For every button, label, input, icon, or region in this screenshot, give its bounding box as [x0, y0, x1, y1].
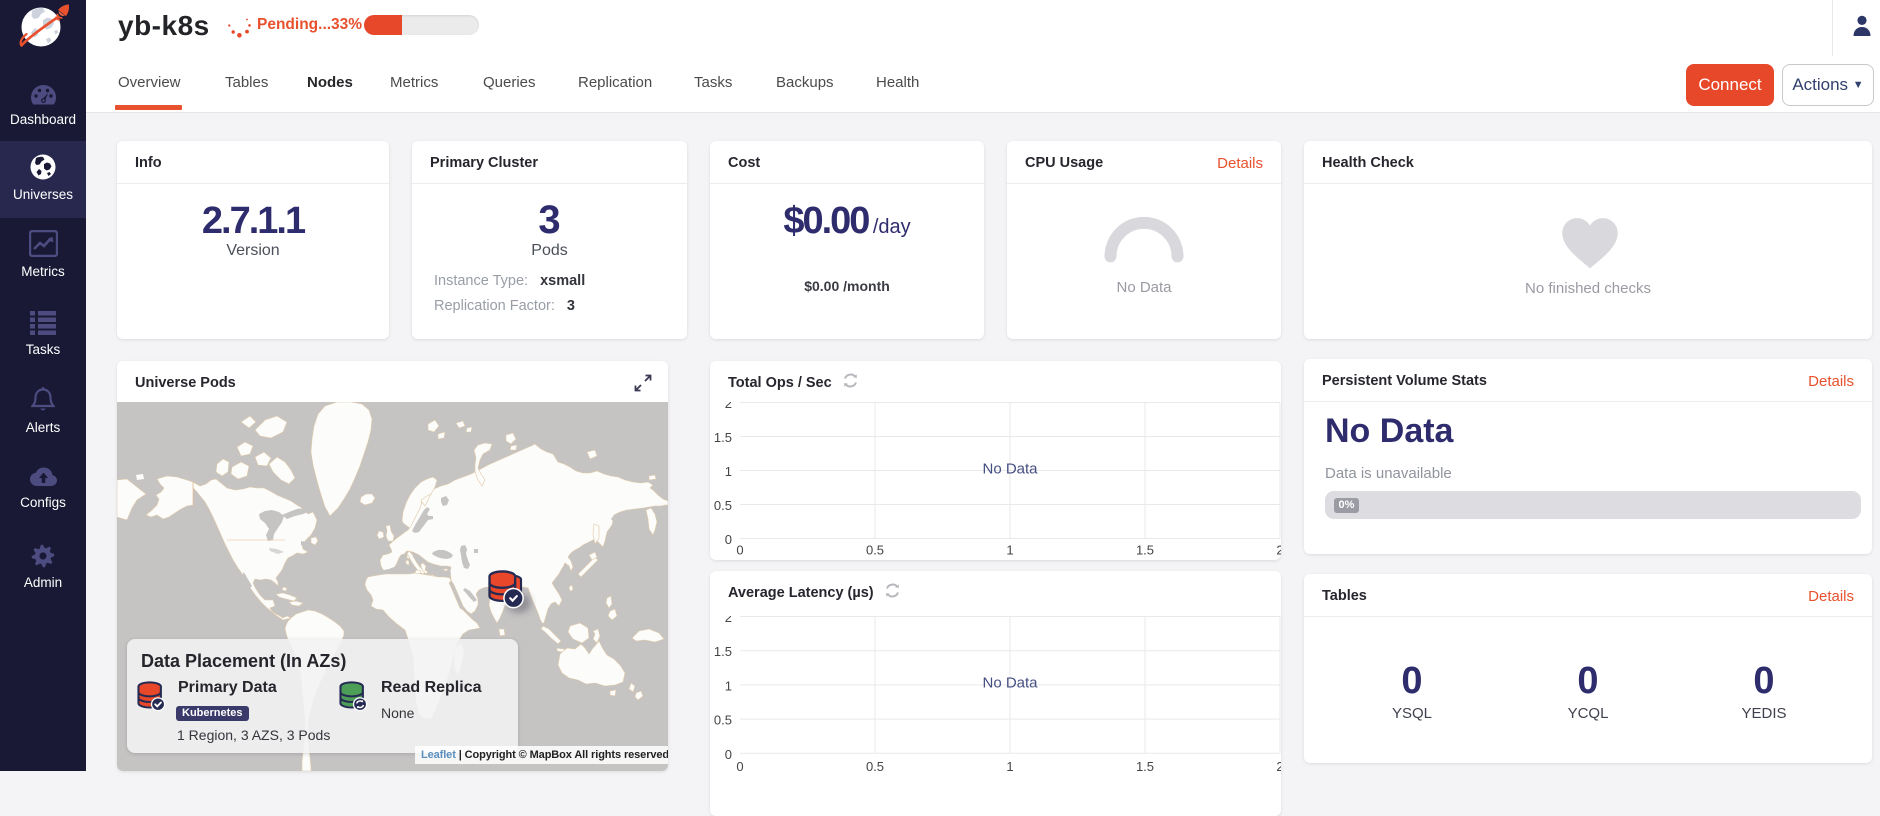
svg-text:0.5: 0.5	[866, 759, 884, 774]
svg-text:1: 1	[725, 678, 732, 693]
svg-text:0: 0	[725, 532, 732, 547]
svg-text:0.5: 0.5	[866, 543, 884, 558]
svg-text:1.5: 1.5	[714, 430, 732, 445]
svg-text:2: 2	[725, 616, 732, 625]
svg-text:2: 2	[1276, 759, 1281, 774]
svg-text:1.5: 1.5	[714, 644, 732, 659]
svg-text:0: 0	[736, 759, 743, 774]
svg-text:1.5: 1.5	[1136, 543, 1154, 558]
svg-text:1: 1	[1006, 759, 1013, 774]
svg-text:2: 2	[725, 402, 732, 411]
svg-text:0.5: 0.5	[714, 498, 732, 513]
svg-text:0: 0	[736, 543, 743, 558]
svg-text:1: 1	[725, 464, 732, 479]
svg-text:0.5: 0.5	[714, 713, 732, 728]
svg-text:1.5: 1.5	[1136, 759, 1154, 774]
svg-text:No Data: No Data	[982, 675, 1038, 692]
svg-text:No Data: No Data	[982, 461, 1038, 478]
svg-text:1: 1	[1006, 543, 1013, 558]
svg-text:2: 2	[1276, 543, 1281, 558]
svg-text:0: 0	[725, 747, 732, 762]
